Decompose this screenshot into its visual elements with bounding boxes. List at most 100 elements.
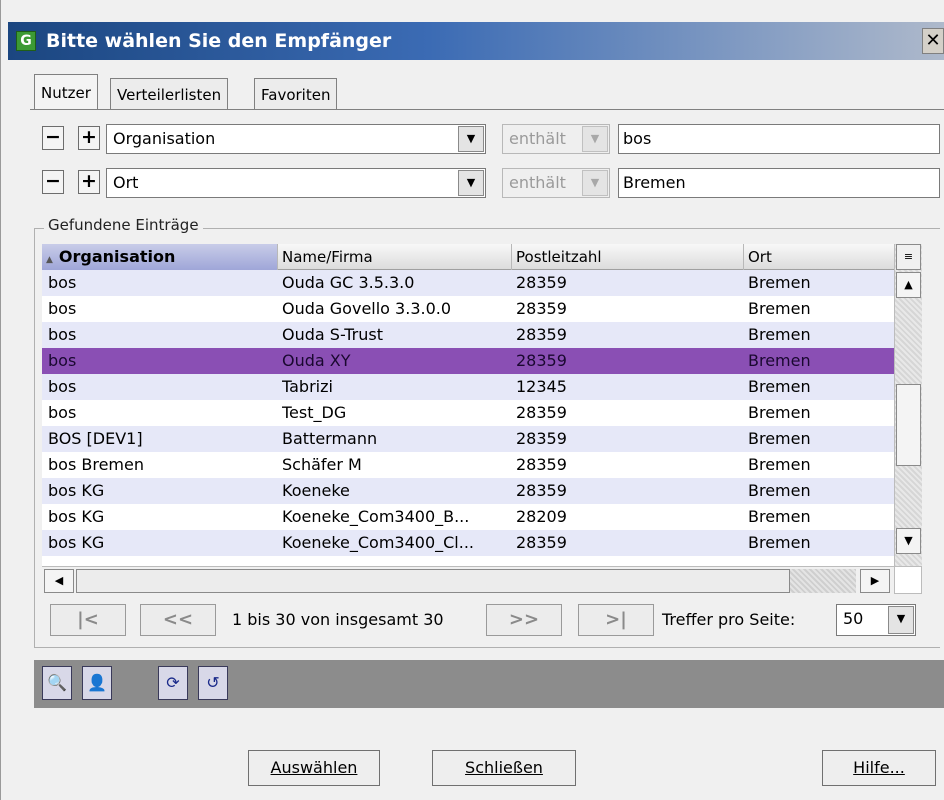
- window-title: Bitte wählen Sie den Empfänger: [46, 30, 392, 52]
- filter-field-select[interactable]: Organisation ▼: [106, 124, 486, 154]
- table-cell: Tabrizi: [282, 377, 333, 396]
- scroll-right-icon[interactable]: ▶: [860, 569, 890, 593]
- table-row[interactable]: BOS [DEV1] Battermann 28359 Bremen: [42, 426, 894, 452]
- table-cell: Bremen: [748, 429, 811, 448]
- table-cell: 28359: [516, 429, 567, 448]
- add-filter-button[interactable]: +: [78, 170, 100, 194]
- filter-field-select[interactable]: Ort ▼: [106, 168, 486, 198]
- scroll-left-icon[interactable]: ◀: [44, 569, 74, 593]
- add-filter-button[interactable]: +: [78, 126, 100, 150]
- add-user-icon[interactable]: 👤: [82, 666, 112, 700]
- select-button-label: Auswählen: [270, 758, 358, 777]
- column-header-ort[interactable]: Ort: [744, 244, 894, 270]
- table-cell: BOS [DEV1]: [48, 429, 143, 448]
- last-page-button[interactable]: >|: [578, 604, 654, 636]
- hits-per-page-value: 50: [843, 609, 864, 628]
- table-cell: Bremen: [748, 533, 811, 552]
- table-cell: bos: [48, 377, 77, 396]
- table-cell: Ouda XY: [282, 351, 351, 370]
- table-row[interactable]: bos KG Koeneke_Com3400_Cl... 28359 Bremen: [42, 530, 894, 556]
- table-cell: bos: [48, 403, 77, 422]
- column-header-plz[interactable]: Postleitzahl: [512, 244, 744, 270]
- search-user-icon[interactable]: 🔍: [42, 666, 72, 700]
- table-cell: Bremen: [748, 403, 811, 422]
- table-cell: 28359: [516, 533, 567, 552]
- table-cell: bos: [48, 325, 77, 344]
- previous-page-button[interactable]: <<: [140, 604, 216, 636]
- table-cell: Ouda Govello 3.3.0.0: [282, 299, 452, 318]
- table-cell: Ouda GC 3.5.3.0: [282, 273, 415, 292]
- column-header-organisation[interactable]: ▲ Organisation: [42, 244, 278, 270]
- table-header: ▲ Organisation Name/Firma Postleitzahl Or…: [42, 244, 894, 270]
- hits-per-page-label: Treffer pro Seite:: [662, 610, 796, 629]
- table-cell: Bremen: [748, 325, 811, 344]
- filter-value-input[interactable]: bos: [618, 124, 940, 154]
- results-group-label: Gefundene Einträge: [44, 216, 203, 234]
- first-page-button[interactable]: |<: [50, 604, 126, 636]
- tab-nutzer[interactable]: Nutzer: [34, 74, 98, 110]
- table-cell: Bremen: [748, 273, 811, 292]
- scroll-corner: [894, 566, 922, 594]
- refresh-icon[interactable]: ⟳: [158, 666, 188, 700]
- table-row[interactable]: bos Bremen Schäfer M 28359 Bremen: [42, 452, 894, 478]
- table-cell: bos KG: [48, 533, 105, 552]
- table-cell: Bremen: [748, 299, 811, 318]
- close-button[interactable]: Schließen: [432, 750, 576, 786]
- remove-filter-button[interactable]: −: [42, 170, 64, 194]
- table-cell: Battermann: [282, 429, 378, 448]
- table-cell: bos: [48, 273, 77, 292]
- app-icon: G: [16, 31, 36, 51]
- filter-operator-select: enthält ▼: [502, 168, 610, 198]
- table-cell: Bremen: [748, 351, 811, 370]
- table-row[interactable]: bos Ouda S-Trust 28359 Bremen: [42, 322, 894, 348]
- scroll-down-icon[interactable]: ▼: [896, 528, 921, 554]
- horizontal-scroll-thumb[interactable]: [76, 569, 790, 593]
- table-row[interactable]: bos Ouda Govello 3.3.0.0 28359 Bremen: [42, 296, 894, 322]
- table-cell: 28359: [516, 273, 567, 292]
- action-toolbar: 🔍 👤 ⟳ ↺: [34, 660, 944, 708]
- undo-icon[interactable]: ↺: [198, 666, 228, 700]
- table-row[interactable]: bos Ouda GC 3.5.3.0 28359 Bremen: [42, 270, 894, 296]
- hits-per-page-select[interactable]: 50 ▼: [836, 604, 916, 636]
- scroll-up-icon[interactable]: ▲: [896, 272, 921, 298]
- filter-field-value: Organisation: [113, 129, 216, 148]
- vertical-scroll-thumb[interactable]: [896, 384, 921, 466]
- column-chooser-icon[interactable]: ≡: [896, 244, 921, 270]
- table-cell: bos KG: [48, 507, 105, 526]
- table-cell: Koeneke: [282, 481, 350, 500]
- filter-operator-select: enthält ▼: [502, 124, 610, 154]
- table-cell: 28359: [516, 351, 567, 370]
- table-cell: 28359: [516, 481, 567, 500]
- table-cell: Ouda S-Trust: [282, 325, 383, 344]
- remove-filter-button[interactable]: −: [42, 126, 64, 150]
- table-cell: Bremen: [748, 507, 811, 526]
- filter-field-value: Ort: [113, 173, 139, 192]
- tab-favoriten[interactable]: Favoriten: [254, 78, 338, 110]
- help-button-label: Hilfe...: [853, 758, 905, 777]
- chevron-down-icon[interactable]: ▼: [888, 606, 914, 634]
- help-button[interactable]: Hilfe...: [822, 750, 936, 786]
- table-row[interactable]: bos Tabrizi 12345 Bremen: [42, 374, 894, 400]
- table-cell: Koeneke_Com3400_B...: [282, 507, 470, 526]
- horizontal-scrollbar[interactable]: ◀ ▶: [42, 566, 894, 594]
- table-cell: bos Bremen: [48, 455, 144, 474]
- table-row[interactable]: bos KG Koeneke 28359 Bremen: [42, 478, 894, 504]
- table-row[interactable]: bos KG Koeneke_Com3400_B... 28209 Bremen: [42, 504, 894, 530]
- chevron-down-icon[interactable]: ▼: [458, 170, 484, 196]
- select-button[interactable]: Auswählen: [248, 750, 380, 786]
- filter-value-input[interactable]: Bremen: [618, 168, 940, 198]
- chevron-down-icon: ▼: [582, 170, 608, 196]
- next-page-button[interactable]: >>: [486, 604, 562, 636]
- table-row[interactable]: bos Ouda XY 28359 Bremen: [42, 348, 894, 374]
- table-cell: bos: [48, 299, 77, 318]
- chevron-down-icon[interactable]: ▼: [458, 126, 484, 152]
- close-icon[interactable]: ✕: [922, 28, 944, 54]
- table-row[interactable]: bos Test_DG 28359 Bremen: [42, 400, 894, 426]
- page-info: 1 bis 30 von insgesamt 30: [232, 610, 444, 629]
- table-cell: bos: [48, 351, 77, 370]
- vertical-scrollbar[interactable]: ≡ ▲ ▼: [894, 244, 922, 570]
- column-header-name[interactable]: Name/Firma: [278, 244, 512, 270]
- title-bar: G Bitte wählen Sie den Empfänger ✕: [8, 22, 944, 60]
- tab-verteilerlisten[interactable]: Verteilerlisten: [110, 78, 229, 110]
- horizontal-scroll-track: [790, 569, 856, 593]
